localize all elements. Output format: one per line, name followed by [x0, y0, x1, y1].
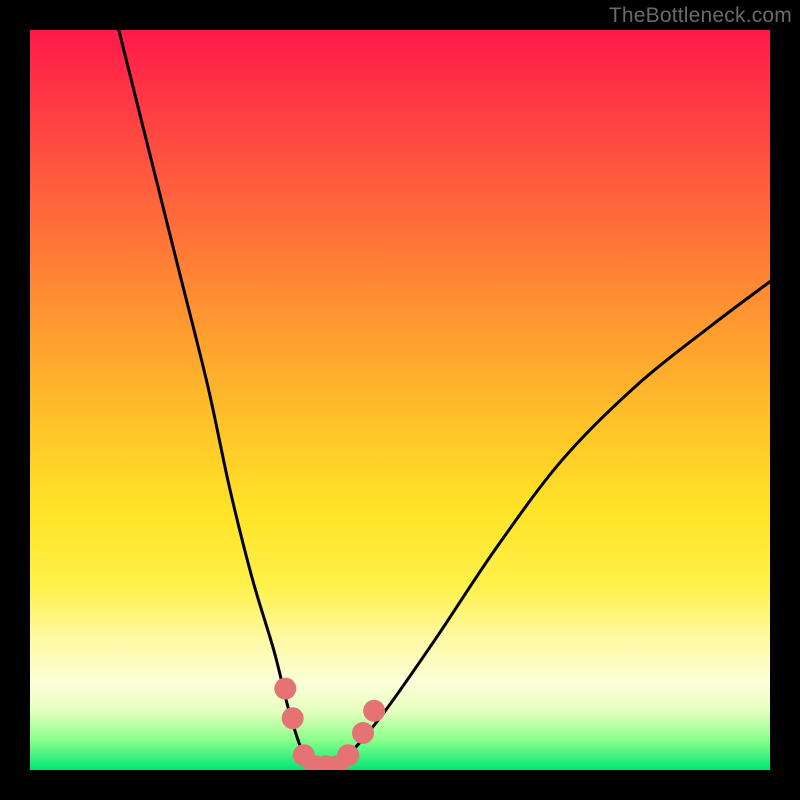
curve-marker: [282, 707, 304, 729]
curve-marker: [352, 722, 374, 744]
curve-marker: [363, 700, 385, 722]
marker-group: [274, 678, 385, 770]
bottleneck-curve: [119, 30, 770, 770]
chart-frame: TheBottleneck.com: [0, 0, 800, 800]
curve-marker: [337, 744, 359, 766]
curve-svg: [30, 30, 770, 770]
watermark-text: TheBottleneck.com: [609, 4, 792, 28]
plot-area: [30, 30, 770, 770]
curve-marker: [274, 678, 296, 700]
